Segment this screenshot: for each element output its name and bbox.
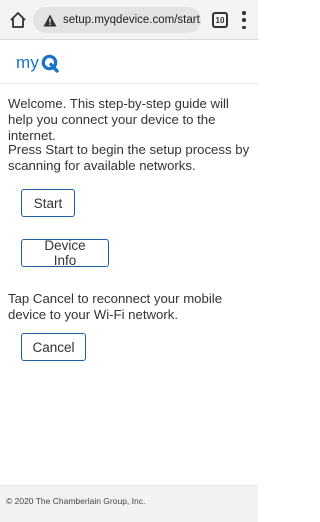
copyright-text: © 2020 The Chamberlain Group, Inc. [6,496,146,506]
cancel-instructions: Tap Cancel to reconnect your mobile devi… [8,291,223,322]
logo-text: my [16,53,40,72]
cancel-button[interactable]: Cancel [21,333,86,361]
welcome-text: Welcome. This step-by-step guide will he… [8,96,229,143]
url-text: setup.myqdevice.com/start.htm [63,14,201,26]
browser-toolbar: setup.myqdevice.com/start.htm 10 [0,0,258,40]
myq-logo: my [16,49,59,73]
start-instructions: Press Start to begin the setup process b… [8,142,250,173]
start-button[interactable]: Start [21,189,75,217]
site-header: my [0,40,258,84]
home-icon[interactable] [8,10,28,30]
logo-q-icon [41,54,59,73]
address-bar[interactable]: setup.myqdevice.com/start.htm [33,7,201,33]
tab-count: 10 [215,15,225,25]
menu-icon[interactable] [238,11,250,29]
tabs-icon[interactable]: 10 [212,12,228,28]
footer: © 2020 The Chamberlain Group, Inc. [0,485,258,522]
warning-icon [41,12,59,28]
device-info-button[interactable]: Device Info [21,238,109,268]
